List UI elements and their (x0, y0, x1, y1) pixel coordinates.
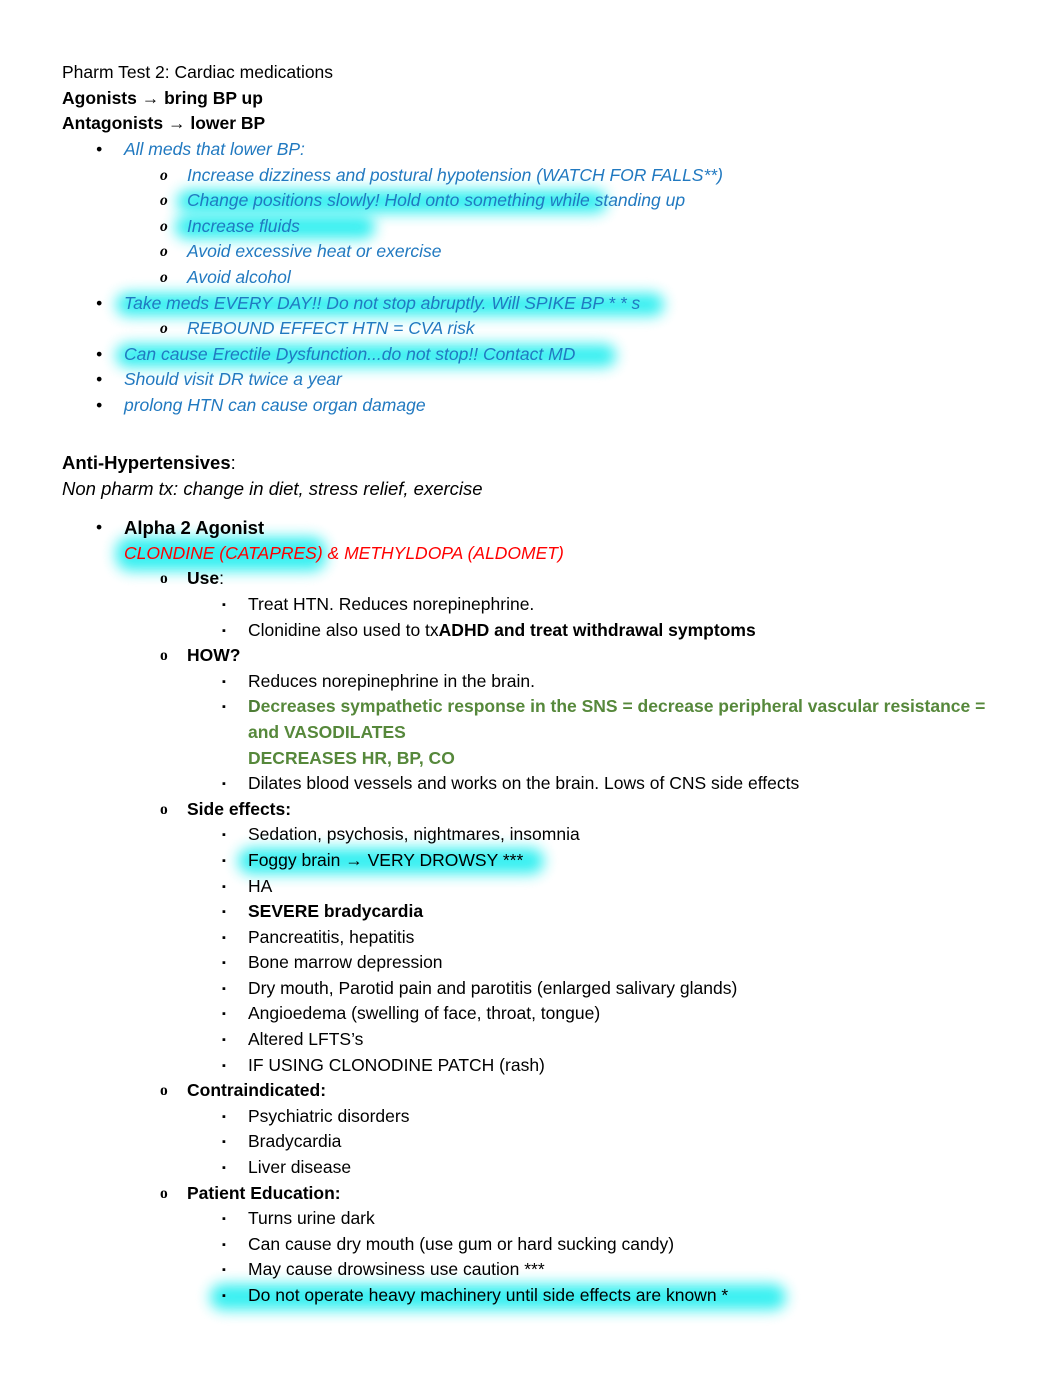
bullet-o-icon: o (160, 1082, 168, 1100)
list-item: ▪ Liver disease (222, 1155, 1062, 1181)
bullet-o-icon: o (160, 192, 168, 210)
list-item: ▪ IF USING CLONODINE PATCH (rash) (222, 1053, 1062, 1079)
list-item: ▪ Treat HTN. Reduces norepinephrine. (222, 592, 1062, 618)
agonists-line: Agonists → bring BP up (62, 87, 263, 108)
list-item: ▪ Foggy brain → VERY DROWSY *** (222, 847, 1062, 874)
list-item: ▪ Do not operate heavy machinery until s… (210, 1283, 1062, 1310)
bullet-o-icon: o (160, 320, 168, 338)
bullet-o-icon: o (160, 217, 168, 235)
bullet-square-icon: ▪ (222, 1059, 226, 1072)
non-pharm-line: Non pharm tx: change in diet, stress rel… (62, 477, 483, 499)
bullet-o-icon: o (160, 166, 168, 184)
list-item-contraindicated-label: o Contraindicated: (160, 1078, 1062, 1104)
list-item: ▪ Turns urine dark (222, 1206, 1062, 1232)
list-item-use-label: o Use: (160, 566, 1062, 592)
list-item: ▪ Dry mouth, Parotid pain and parotitis … (222, 976, 1062, 1002)
bullet-o-icon: o (160, 800, 168, 818)
list-item: ▪ Clonidine also used to tx ADHD and tre… (222, 618, 1062, 644)
bullet-square-icon: ▪ (222, 1136, 226, 1149)
list-item: ▪ Altered LFTS’s (222, 1027, 1062, 1053)
list-item-side-effects-label: o Side effects: (160, 797, 1062, 823)
bullet-o-icon: o (160, 1184, 168, 1202)
list-item: ▪ HA (222, 874, 1062, 900)
list-item-patient-education-label: o Patient Education: (160, 1181, 1062, 1207)
list-item: o REBOUND EFFECT HTN = CVA risk (160, 316, 1062, 342)
bullet-square-icon: ▪ (222, 854, 226, 867)
drug-names-line: CLONDINE (CATAPRES) & METHYLDOPA (ALDOME… (116, 536, 1062, 571)
bullet-disc-icon: • (96, 292, 103, 313)
bullet-square-icon: ▪ (222, 1008, 226, 1021)
bullet-square-icon: ▪ (222, 675, 226, 688)
bullet-o-icon: o (160, 243, 168, 261)
bullet-square-icon: ▪ (222, 931, 226, 944)
list-item: ▪ Dilates blood vessels and works on the… (222, 771, 1062, 797)
document-page: Pharm Test 2: Cardiac medications Agonis… (0, 0, 1062, 1377)
green-mechanism-line-2: and VASODILATES (248, 721, 406, 742)
list-item-how-label: o HOW? (160, 643, 1062, 669)
list-item: ▪ Bradycardia (222, 1129, 1062, 1155)
list-item: ▪ Sedation, psychosis, nightmares, insom… (222, 822, 1062, 848)
list-item: ▪ Can cause dry mouth (use gum or hard s… (222, 1232, 1062, 1258)
bullet-o-icon: o (160, 570, 168, 588)
list-item: o Avoid excessive heat or exercise (160, 239, 1062, 265)
bullet-square-icon: ▪ (222, 1162, 226, 1175)
bullet-square-icon: ▪ (222, 1290, 226, 1302)
bullet-disc-icon: • (96, 394, 103, 415)
bullet-o-icon: o (160, 268, 168, 286)
list-item: o Avoid alcohol (160, 265, 1062, 291)
bullet-square-icon: ▪ (222, 624, 226, 637)
list-item: ▪ Psychiatric disorders (222, 1104, 1062, 1130)
list-item: • Take meds EVERY DAY!! Do not stop abru… (96, 291, 1062, 317)
list-item-drug-class: • Alpha 2 Agonist (96, 515, 1062, 541)
bullet-square-icon: ▪ (222, 1238, 226, 1251)
bullet-square-icon: ▪ (222, 1110, 226, 1123)
lower-bp-section: • All meds that lower BP: o Increase diz… (0, 137, 1062, 419)
bullet-square-icon: ▪ (222, 829, 226, 842)
list-item: o Increase dizziness and postural hypote… (160, 163, 1062, 189)
section-heading-antihypertensives: Anti-Hypertensives: (62, 452, 236, 473)
bullet-square-icon: ▪ (222, 906, 226, 919)
list-item-lower-bp-heading: • All meds that lower BP: (96, 137, 1062, 163)
bullet-disc-icon: • (96, 139, 103, 159)
bullet-disc-icon: • (96, 369, 103, 390)
list-item: ▪ Angioedema (swelling of face, throat, … (222, 1001, 1062, 1027)
bullet-square-icon: ▪ (222, 701, 226, 714)
bullet-square-icon: ▪ (222, 957, 226, 970)
page-title: Pharm Test 2: Cardiac medications (62, 62, 334, 82)
bullet-o-icon: o (160, 647, 168, 665)
bullet-square-icon: ▪ (222, 880, 226, 893)
list-item: o Change positions slowly! Hold onto som… (160, 188, 1062, 214)
list-item: • Should visit DR twice a year (96, 367, 1062, 393)
list-item: o Increase fluids (160, 214, 1062, 240)
bullet-square-icon: ▪ (222, 1034, 226, 1047)
bullet-square-icon: ▪ (222, 1213, 226, 1226)
green-mechanism-line-3: DECREASES HR, BP, CO (248, 747, 455, 768)
list-item: • Can cause Erectile Dysfunction...do no… (96, 342, 1062, 368)
antihypertensives-section: Anti-Hypertensives: Non pharm tx: change… (0, 450, 1062, 1310)
list-item: • prolong HTN can cause organ damage (96, 393, 1062, 419)
bullet-square-icon: ▪ (222, 1264, 226, 1277)
header-block: Pharm Test 2: Cardiac medications Agonis… (0, 60, 1062, 137)
bullet-disc-icon: • (96, 517, 103, 538)
list-item-green-mechanism: ▪ Decreases sympathetic response in the … (222, 694, 1062, 720)
list-item: ▪ May cause drowsiness use caution *** (222, 1257, 1062, 1283)
bullet-square-icon: ▪ (222, 598, 226, 611)
bullet-disc-icon: • (96, 343, 103, 364)
list-item: ▪ Pancreatitis, hepatitis (222, 925, 1062, 951)
bullet-square-icon: ▪ (222, 982, 226, 995)
list-item: ▪ Reduces norepinephrine in the brain. (222, 669, 1062, 695)
list-item: ▪ Bone marrow depression (222, 950, 1062, 976)
bullet-square-icon: ▪ (222, 778, 226, 791)
list-item: ▪ SEVERE bradycardia (222, 899, 1062, 925)
antagonists-line: Antagonists → lower BP (62, 113, 266, 134)
